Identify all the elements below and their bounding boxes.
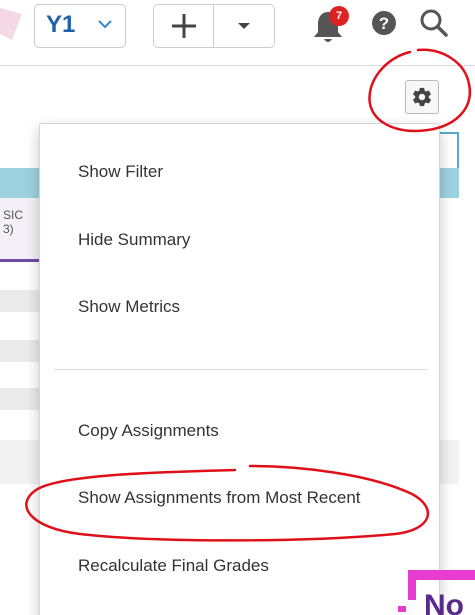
search-button[interactable]: [419, 8, 449, 43]
settings-button[interactable]: [405, 80, 439, 114]
background-row: [0, 290, 40, 312]
brand-logo-fragment: [0, 8, 22, 40]
menu-item-hide-summary[interactable]: Hide Summary: [78, 230, 190, 250]
menu-item-copy-assignments[interactable]: Copy Assignments: [78, 421, 219, 441]
gear-icon: [413, 87, 431, 107]
menu-item-show-metrics[interactable]: Show Metrics: [78, 297, 180, 317]
background-card-text: SIC 3): [3, 208, 24, 236]
add-button-group: [153, 4, 275, 48]
brand-logo-fragment: No: [398, 570, 475, 615]
background-row: [0, 388, 40, 410]
background-row: [0, 340, 40, 362]
notification-count-badge: 7: [329, 6, 349, 26]
menu-item-show-filter[interactable]: Show Filter: [78, 162, 163, 182]
search-icon: [420, 9, 448, 37]
help-circle-icon: ?: [372, 11, 396, 35]
notifications-button[interactable]: 7: [312, 6, 349, 44]
menu-divider: [54, 369, 428, 370]
svg-text:No: No: [424, 589, 464, 615]
help-button[interactable]: ?: [371, 10, 397, 41]
menu-item-recalculate-final-grades[interactable]: Recalculate Final Grades: [78, 556, 269, 576]
plus-icon: [171, 14, 196, 38]
background-card: SIC 3): [0, 198, 40, 262]
add-button[interactable]: [154, 5, 214, 47]
add-menu-toggle[interactable]: [214, 5, 274, 47]
top-navigation-bar: Y1 7 ?: [0, 0, 475, 66]
settings-dropdown-menu: Show Filter Hide Summary Show Metrics Co…: [39, 123, 440, 615]
menu-item-show-assignments-most-recent[interactable]: Show Assignments from Most Recent: [78, 488, 361, 508]
school-year-label: Y1: [46, 11, 76, 38]
chevron-down-icon: [98, 20, 112, 29]
caret-down-icon: [238, 23, 250, 29]
school-year-selector[interactable]: Y1: [34, 4, 126, 48]
svg-text:?: ?: [379, 14, 389, 33]
